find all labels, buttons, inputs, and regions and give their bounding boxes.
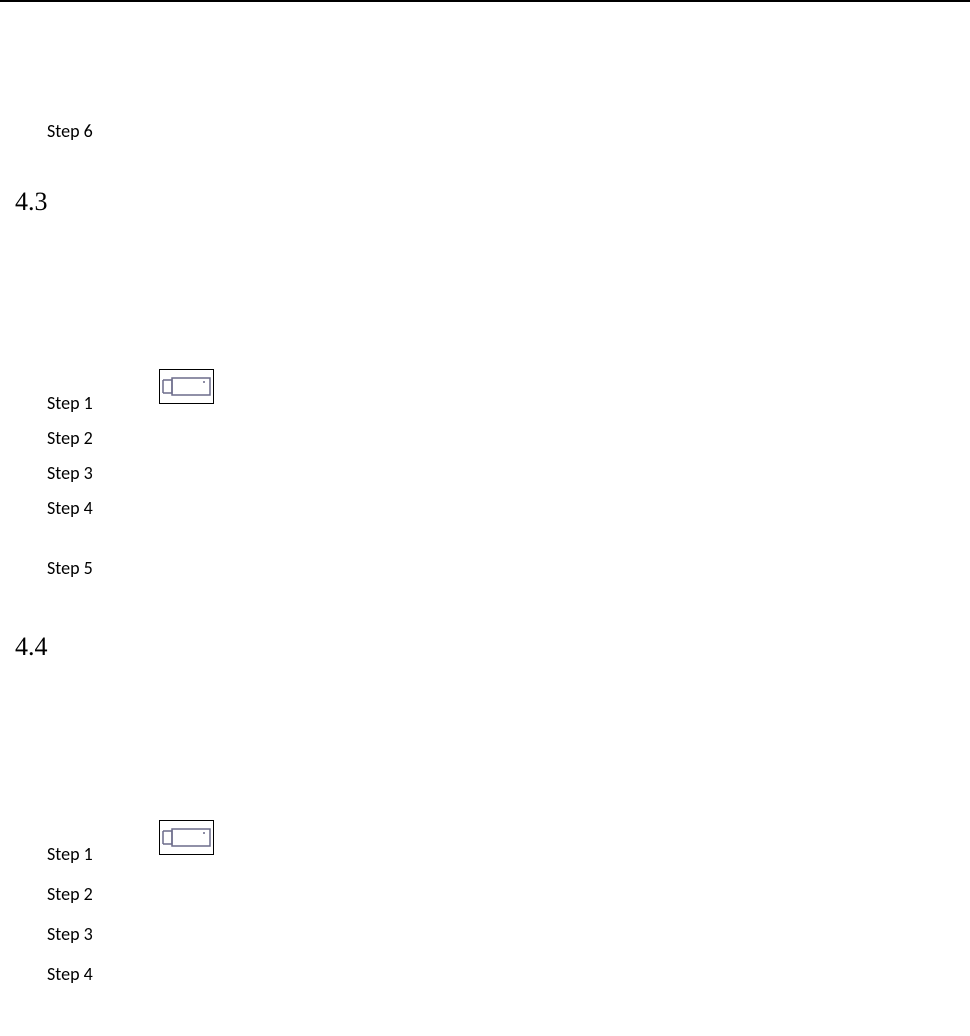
section-number-4-3: 4.3: [15, 187, 48, 217]
step-label: Step 3: [47, 462, 93, 484]
step-label: Step 3: [47, 923, 93, 945]
step-label: Step 2: [47, 883, 93, 905]
step-label: Step 4: [47, 963, 93, 985]
step-label: Step 5: [47, 557, 93, 579]
document-page: Step 6 4.3 Step 1 Step 2 Step 3 Step 4 S…: [0, 0, 970, 1036]
step-label: Step 1: [47, 392, 93, 414]
step-label: Step 2: [47, 427, 93, 449]
step-label: Step 1: [47, 843, 93, 865]
step-label: Step 6: [47, 120, 93, 142]
section-number-4-4: 4.4: [15, 632, 48, 662]
step-label: Step 4: [47, 497, 93, 519]
camera-icon: [159, 369, 214, 404]
camera-icon: [159, 820, 214, 855]
